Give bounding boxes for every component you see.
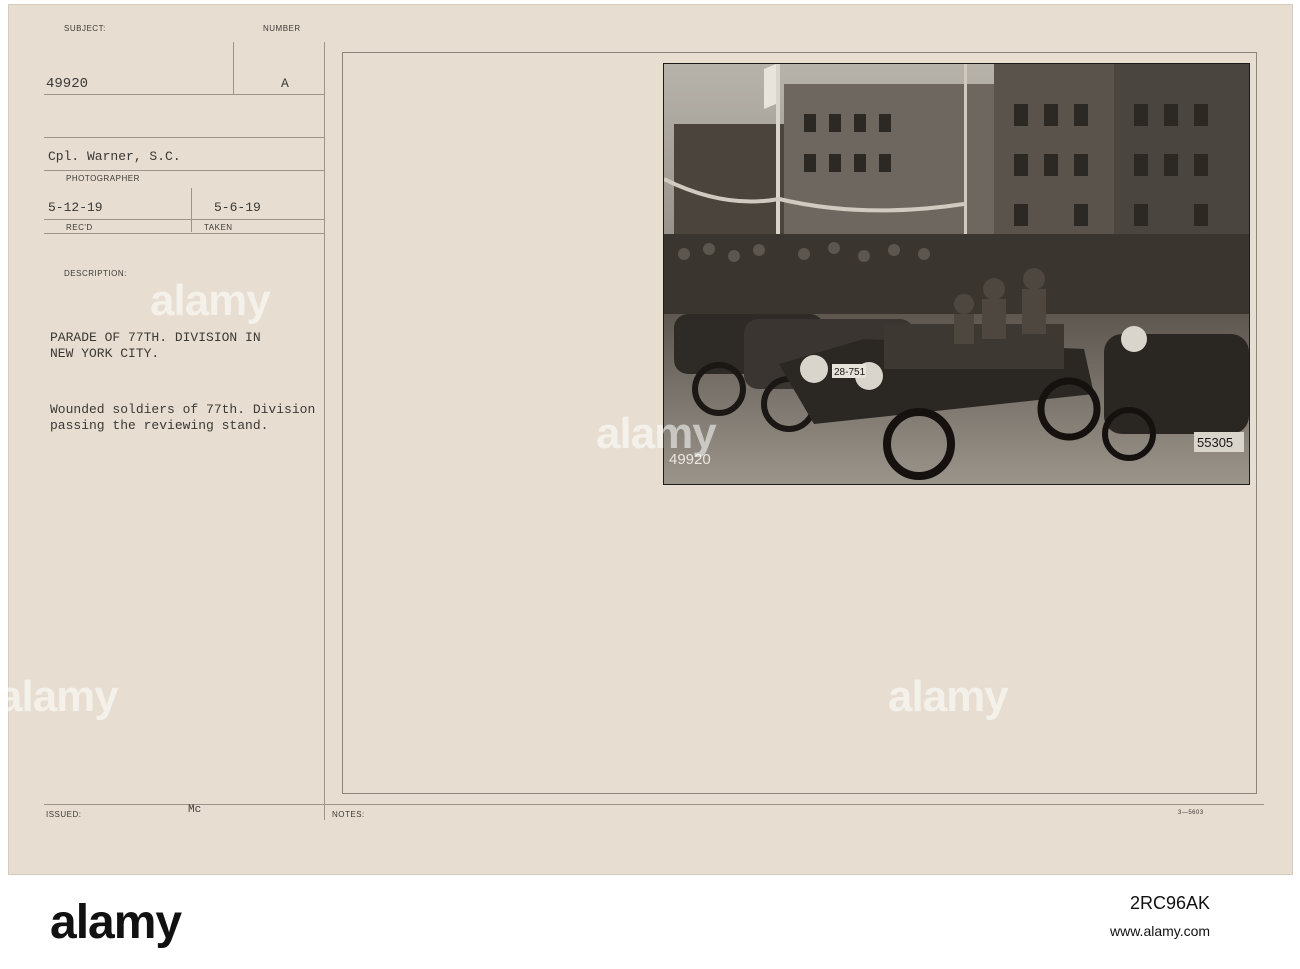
photographer-top-rule [44, 137, 324, 138]
date-bottom-rule [44, 233, 324, 234]
watermark-left-top: alamy [150, 276, 271, 325]
taken-date: 5-6-19 [214, 200, 261, 215]
subject-label: SUBJECT: [64, 24, 106, 33]
description-title-line-2: NEW YORK CITY. [50, 346, 160, 361]
license-plate-right: 55305 [1197, 435, 1233, 450]
taken-label: TAKEN [204, 223, 233, 232]
description-body-line-2: passing the reviewing stand. [50, 418, 269, 433]
number-value: A [281, 76, 289, 91]
left-column-rule [324, 42, 325, 820]
stock-footer: alamy 2RC96AK www.alamy.com [0, 875, 1300, 969]
subject-underline [44, 94, 324, 95]
date-divider [191, 188, 192, 232]
bottom-rule [44, 804, 1264, 805]
stock-logo[interactable]: alamy [50, 895, 182, 950]
header-divider [233, 42, 234, 94]
parade-photo-illustration: 28-751 55305 49920 [664, 64, 1249, 484]
photographer-underline [44, 170, 324, 171]
subject-value: 49920 [46, 76, 89, 92]
description-body-line-1: Wounded soldiers of 77th. Division [50, 402, 316, 417]
notes-label: NOTES: [332, 810, 365, 819]
issued-label: ISSUED: [46, 810, 82, 819]
image-id: 2RC96AK [1130, 893, 1211, 913]
parade-photograph: 28-751 55305 49920 [663, 63, 1250, 485]
archive-record-card: SUBJECT: NUMBER 49920 A Cpl. Warner, S.C… [0, 4, 1293, 875]
watermark-left-bottom: alamy [0, 672, 119, 721]
license-plate-main: 28-751 [834, 367, 866, 378]
description-title-line-1: PARADE OF 77TH. DIVISION IN [50, 330, 261, 345]
photographer-value: Cpl. Warner, S.C. [48, 149, 181, 164]
number-label: NUMBER [263, 24, 301, 33]
watermark-right-bottom: alamy [888, 672, 1009, 721]
watermark-photo: alamy [596, 409, 717, 458]
issued-initials: Mc [188, 804, 202, 816]
received-date: 5-12-19 [48, 200, 103, 215]
stock-url[interactable]: www.alamy.com [1110, 923, 1210, 939]
photographer-label: PHOTOGRAPHER [66, 174, 140, 183]
description-label: DESCRIPTION: [64, 269, 127, 278]
date-underline [44, 219, 324, 220]
form-code: 3—5603 [1178, 810, 1204, 816]
received-label: REC'D [66, 223, 93, 232]
